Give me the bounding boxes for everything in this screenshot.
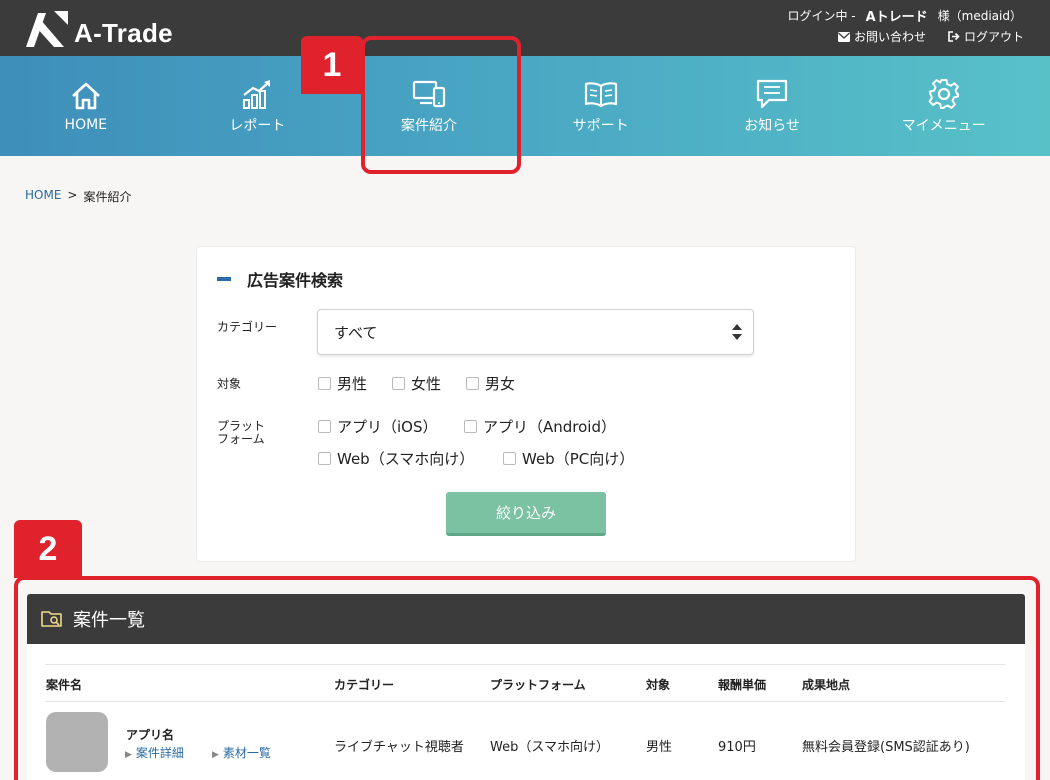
checkbox-label: アプリ（Android） [483,418,616,436]
triangle-right-icon: ▶ [125,750,132,760]
search-title: 広告案件検索 [217,267,343,291]
checkbox-label: Web（スマホ向け） [337,450,475,468]
checkbox-label: Web（PC向け） [522,450,635,468]
cell-platform: Web（スマホ向け） [490,740,609,755]
breadcrumb-separator: > [67,188,78,202]
checkbox-box [392,377,405,390]
breadcrumb-current: 案件紹介 [83,190,132,204]
user-suffix: 様（mediaid） [937,9,1022,23]
select-arrows-icon [732,324,742,340]
checkbox-label: 男性 [337,375,368,393]
checkbox-box [503,452,516,465]
logout-label: ログアウト [963,30,1024,44]
user-name: Aトレード [865,10,928,25]
nav-label: マイメニュー [901,118,986,134]
annotation-box-1 [361,36,521,174]
nav-label: サポート [572,118,629,134]
platform-checkbox-ios[interactable]: アプリ（iOS） [318,416,438,437]
breadcrumb: HOME > 案件紹介 [25,188,131,205]
folder-search-icon [41,611,62,627]
triangle-right-icon: ▶ [212,750,219,760]
column-header-reward: 報酬単価 [718,678,767,692]
nav-item-mymenu[interactable]: マイメニュー [858,56,1030,156]
project-list-header: 案件一覧 [27,594,1025,644]
checkbox-box [464,420,477,433]
column-header-category: カテゴリー [334,678,395,692]
material-link[interactable]: ▶ 素材一覧 [212,744,271,761]
category-select[interactable]: すべて [317,309,754,355]
home-icon [71,82,100,110]
target-checkbox-female[interactable]: 女性 [392,373,441,394]
cell-target: 男性 [646,740,673,755]
nav-label: レポート [229,118,286,134]
platform-checkbox-android[interactable]: アプリ（Android） [464,416,616,437]
app-thumbnail [46,712,108,772]
platform-label-line2: フォーム [217,432,265,446]
cell-conversion: 無料会員登録(SMS認証あり) [802,740,970,755]
platform-checkbox-web-sp[interactable]: Web（スマホ向け） [318,448,474,469]
project-table: 案件名 カテゴリー プラットフォーム 対象 報酬単価 成果地点 アプリ名 ▶ 案件… [27,644,1025,780]
column-header-conversion: 成果地点 [802,678,851,692]
checkbox-box [466,377,479,390]
column-header-platform: プラットフォーム [490,678,586,692]
platform-checkbox-web-pc[interactable]: Web（PC向け） [503,448,634,469]
nav-label: お知らせ [744,118,801,134]
breadcrumb-home[interactable]: HOME [25,188,61,205]
checkbox-box [318,420,331,433]
table-header-border [45,701,1005,702]
search-panel: 広告案件検索 カテゴリー すべて 対象 男性 女性 男女 プラット フォーム ア… [196,246,856,562]
contact-label: お問い合わせ [853,30,926,44]
chart-icon [243,80,271,109]
nav-item-news[interactable]: お知らせ [686,56,858,156]
nav-item-support[interactable]: サポート [515,56,687,156]
nav-label: HOME [64,117,108,133]
cell-reward: 910円 [718,740,756,755]
checkbox-box [318,452,331,465]
login-status-text: ログイン中 - [787,9,856,23]
target-checkbox-male[interactable]: 男性 [318,373,367,394]
nav-item-home[interactable]: HOME [0,56,172,156]
envelope-icon [837,31,850,42]
target-label: 対象 [217,377,242,391]
checkbox-label: アプリ（iOS） [337,418,438,436]
checkbox-label: 女性 [411,375,442,393]
contact-link[interactable]: お問い合わせ [837,28,926,45]
app-name: アプリ名 [126,728,175,742]
column-header-name: 案件名 [46,678,83,692]
title-bar [217,277,231,281]
category-select-value: すべて [334,323,378,342]
search-title-text: 広告案件検索 [247,271,344,290]
login-status: ログイン中 - Aトレード 様（mediaid） [787,6,1022,25]
message-icon [757,79,788,109]
checkbox-label: 男女 [485,375,516,393]
checkbox-box [318,377,331,390]
logo-text: A-Trade [74,18,173,48]
table-top-border [45,664,1005,665]
category-label: カテゴリー [217,320,278,334]
book-icon [584,82,617,108]
top-links: お問い合わせ ログアウト [837,28,1024,45]
detail-link[interactable]: ▶ 案件詳細 [125,744,184,761]
main-nav: HOME レポート 案件紹介 サポート お知らせ マイメニュー [0,56,1050,156]
logo[interactable]: A-Trade [24,8,173,49]
logout-icon [948,31,960,42]
cell-category: ライブチャット視聴者 [334,740,464,755]
material-link-label: 素材一覧 [222,746,271,760]
logo-mark-icon [26,10,68,47]
detail-link-label: 案件詳細 [135,746,184,760]
filter-button[interactable]: 絞り込み [446,492,606,536]
project-list-title: 案件一覧 [73,610,145,631]
logout-link[interactable]: ログアウト [948,28,1024,45]
top-bar: A-Trade ログイン中 - Aトレード 様（mediaid） お問い合わせ … [0,0,1050,56]
column-header-target: 対象 [646,678,671,692]
target-checkbox-both[interactable]: 男女 [466,373,515,394]
annotation-number-2: 2 [14,520,82,578]
annotation-number-1: 1 [301,36,363,94]
gear-icon [928,79,959,109]
